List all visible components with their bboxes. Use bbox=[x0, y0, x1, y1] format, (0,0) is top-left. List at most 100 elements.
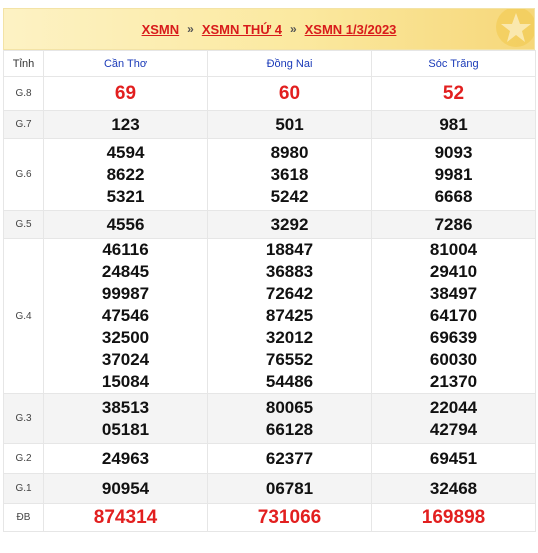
result-number: 81004 bbox=[429, 240, 478, 259]
result-number: 66128 bbox=[265, 419, 314, 439]
result-number: 52 bbox=[442, 82, 465, 104]
result-number: 123 bbox=[111, 114, 140, 134]
result-number: 9093 bbox=[434, 142, 473, 162]
result-cell: 874314 bbox=[43, 503, 208, 532]
result-number: 38497 bbox=[429, 284, 478, 303]
result-number-list: 22044 42794 bbox=[372, 397, 535, 441]
result-cell: 38513 05181 bbox=[43, 393, 208, 444]
breadcrumb-date-link[interactable]: XSMN 1/3/2023 bbox=[305, 22, 397, 37]
result-number: 5242 bbox=[270, 186, 309, 206]
result-number: 22044 bbox=[429, 397, 478, 417]
result-number: 32468 bbox=[429, 478, 478, 498]
result-cell: 981 bbox=[371, 110, 536, 139]
result-number: 9981 bbox=[434, 164, 473, 184]
result-cell: 501 bbox=[207, 110, 372, 139]
result-number-list: 24963 bbox=[44, 448, 207, 470]
result-number-list: 80065 66128 bbox=[208, 397, 371, 441]
province-header[interactable]: Cần Thơ bbox=[43, 50, 208, 77]
result-number: 90954 bbox=[101, 478, 150, 498]
province-header[interactable]: Sóc Trăng bbox=[371, 50, 536, 77]
result-cell: 22044 42794 bbox=[371, 393, 536, 444]
result-number: 8980 bbox=[270, 142, 309, 162]
prize-label: G.5 bbox=[3, 210, 44, 239]
breadcrumb-separator: » bbox=[289, 22, 297, 36]
results-table: Tỉnh Cần Thơ Đồng Nai Sóc Trăng G.8 69 60 5… bbox=[3, 50, 536, 532]
result-number: 24963 bbox=[101, 448, 150, 468]
result-number: 69 bbox=[114, 82, 137, 104]
result-number: 21370 bbox=[429, 372, 478, 391]
result-number-list: 69 bbox=[44, 83, 207, 105]
result-number-list: 9093 9981 6668 bbox=[372, 142, 535, 208]
result-number-list: 874314 bbox=[44, 507, 207, 529]
prize-label: G.6 bbox=[3, 138, 44, 211]
table-header-row: Tỉnh Cần Thơ Đồng Nai Sóc Trăng bbox=[3, 50, 536, 77]
result-number: 36883 bbox=[265, 262, 314, 281]
table-row: G.7 123 501 981 bbox=[3, 110, 536, 139]
result-number: 64170 bbox=[429, 306, 478, 325]
result-number: 3618 bbox=[270, 164, 309, 184]
result-number: 87425 bbox=[265, 306, 314, 325]
result-number: 54486 bbox=[265, 372, 314, 391]
result-number-list: 38513 05181 bbox=[44, 397, 207, 441]
result-cell: 69451 bbox=[371, 443, 536, 474]
result-number: 46116 bbox=[102, 240, 149, 259]
result-number: 169898 bbox=[421, 506, 486, 528]
result-number-list: 7286 bbox=[372, 214, 535, 236]
result-number-list: 731066 bbox=[208, 507, 371, 529]
result-number: 60 bbox=[278, 82, 301, 104]
result-cell: 52 bbox=[371, 76, 536, 111]
prize-label: G.2 bbox=[3, 443, 44, 474]
result-cell: 7286 bbox=[371, 210, 536, 239]
result-number-list: 501 bbox=[208, 114, 371, 136]
result-cell: 8980 3618 5242 bbox=[207, 138, 372, 211]
breadcrumb-separator: » bbox=[187, 22, 194, 36]
result-number: 72642 bbox=[265, 284, 314, 303]
result-number: 7286 bbox=[434, 214, 473, 234]
table-row: G.8 69 60 52 bbox=[3, 76, 536, 111]
table-row: ĐB 874314 731066 169898 bbox=[3, 503, 536, 532]
prize-label: G.4 bbox=[3, 238, 44, 394]
result-cell: 62377 bbox=[207, 443, 372, 474]
result-cell: 60 bbox=[207, 76, 372, 111]
result-number: 5321 bbox=[106, 186, 145, 206]
result-cell: 69 bbox=[43, 76, 208, 111]
breadcrumb-xsmn-link[interactable]: XSMN bbox=[142, 22, 180, 37]
result-number: 6668 bbox=[434, 186, 473, 206]
result-number: 38513 bbox=[101, 397, 150, 417]
result-number: 69451 bbox=[429, 448, 478, 468]
result-cell: 4556 bbox=[43, 210, 208, 239]
result-number-list: 4594 8622 5321 bbox=[44, 142, 207, 208]
table-row: G.5 4556 3292 7286 bbox=[3, 210, 536, 239]
result-number: 874314 bbox=[93, 506, 158, 528]
result-cell: 81004 29410 38497 64170 69639 60030 21370 bbox=[371, 238, 536, 394]
province-column-label: Tỉnh bbox=[3, 50, 44, 77]
prize-label: G.1 bbox=[3, 473, 44, 504]
result-number-list: 81004 29410 38497 64170 69639 60030 21370 bbox=[372, 239, 535, 393]
table-row: G.2 24963 62377 69451 bbox=[3, 443, 536, 474]
result-number-list: 32468 bbox=[372, 478, 535, 500]
breadcrumb-weekday-link[interactable]: XSMN THỨ 4 bbox=[202, 22, 282, 37]
result-number-list: 18847 36883 72642 87425 32012 76552 54486 bbox=[208, 239, 371, 393]
result-cell: 4594 8622 5321 bbox=[43, 138, 208, 211]
prize-label: G.8 bbox=[3, 76, 44, 111]
result-number: 99987 bbox=[101, 284, 150, 303]
result-number: 42794 bbox=[429, 419, 478, 439]
result-number: 731066 bbox=[257, 506, 322, 528]
result-cell: 80065 66128 bbox=[207, 393, 372, 444]
result-cell: 90954 bbox=[43, 473, 208, 504]
result-cell: 123 bbox=[43, 110, 208, 139]
result-number-list: 90954 bbox=[44, 478, 207, 500]
result-number-list: 123 bbox=[44, 114, 207, 136]
star-decoration-icon bbox=[496, 9, 534, 47]
table-row: G.6 4594 8622 5321 8980 3618 5242 9093 9981 6668 bbox=[3, 138, 536, 211]
breadcrumb: XSMN » XSMN THỨ 4 » XSMN 1/3/2023 bbox=[3, 8, 535, 50]
result-number: 05181 bbox=[101, 419, 150, 439]
result-number: 4594 bbox=[106, 142, 145, 162]
result-number: 32012 bbox=[265, 328, 314, 347]
result-number-list: 60 bbox=[208, 83, 371, 105]
result-cell: 3292 bbox=[207, 210, 372, 239]
result-cell: 9093 9981 6668 bbox=[371, 138, 536, 211]
result-number-list: 06781 bbox=[208, 478, 371, 500]
province-header[interactable]: Đồng Nai bbox=[207, 50, 372, 77]
results-page: XSMN » XSMN THỨ 4 » XSMN 1/3/2023 Tỉnh C… bbox=[0, 0, 538, 553]
